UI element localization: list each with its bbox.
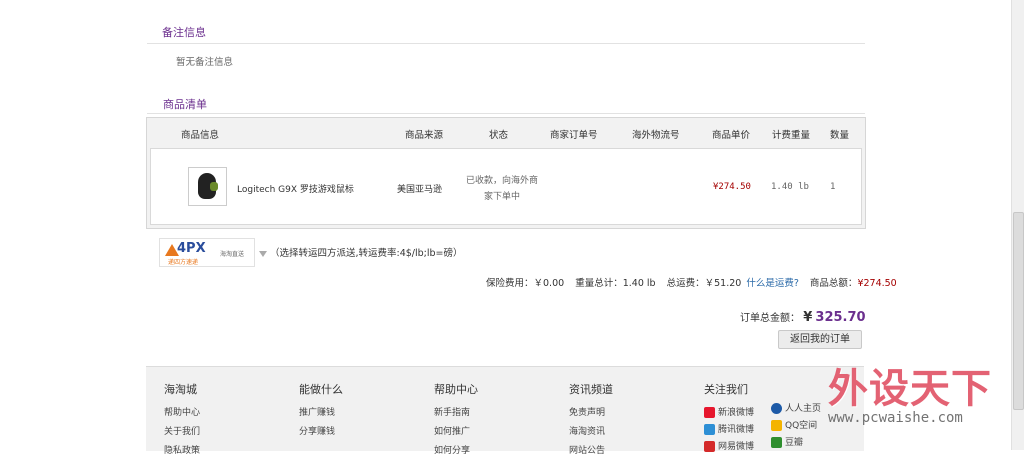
footer-link[interactable]: 如何推广 [434,424,478,437]
footer-link[interactable]: 海淘资讯 [569,424,613,437]
back-to-orders-button[interactable]: 返回我的订单 [778,330,862,349]
product-qty: 1 [830,182,836,192]
footer-link[interactable]: 新手指南 [434,405,478,418]
social-label: 网易微博 [718,442,755,452]
footer-link[interactable]: 免责声明 [569,405,613,418]
weight-total-label: 重量总计： [575,278,623,289]
footer-link[interactable]: 关于我们 [164,424,200,437]
products-divider [147,113,865,114]
goods-total-label: 商品总额： [809,278,858,289]
footer-col-title: 海淘城 [164,383,197,396]
product-name[interactable]: Logitech G9X 罗技游戏鼠标 [237,182,354,195]
site-footer: 海淘城 帮助中心 关于我们 隐私政策 能做什么 推广赚钱 分享赚钱 帮助中心 新… [146,366,864,456]
remarks-text: 暂无备注信息 [176,57,234,68]
remarks-divider [147,43,865,44]
header-merchant-order: 商家订单号 [550,130,598,141]
header-product-info: 商品信息 [181,130,220,141]
footer-col-title: 资讯频道 [569,383,613,396]
remarks-title: 备注信息 [162,26,206,39]
douban-link[interactable]: 豆瓣 [771,435,821,448]
freight-value: ￥51.20 [704,278,742,289]
products-table: 商品信息 商品来源 状态 商家订单号 海外物流号 商品单价 计费重量 数量 Lo… [146,117,866,229]
shipping-note: （选择转运四方派送,转运费率:4$/lb;lb=磅） [270,248,463,259]
social-label: 人人主页 [785,404,822,414]
qzone-icon [771,420,782,431]
weight-total-value: 1.40 lb [622,278,656,289]
social-label: 豆瓣 [785,438,804,448]
product-price: ¥274.50 [713,182,751,192]
qzone-link[interactable]: QQ空间 [771,418,821,431]
summary-line: 保险费用：￥0.00 重量总计：1.40 lb 总运费：￥51.20 什么是运费… [486,275,897,289]
table-row: Logitech G9X 罗技游戏鼠标 美国亚马逊 已收款，向海外商 家下单中 … [150,148,862,225]
order-total-value: 325.70 [815,310,866,325]
netease-weibo-icon [704,441,715,452]
product-weight: 1.40 lb [771,182,809,192]
header-price: 商品单价 [712,130,751,141]
logo-text: 4PX [177,241,206,256]
footer-follow: 关注我们 新浪微博 腾讯微博 网易微博 [704,381,754,452]
renren-icon [771,403,782,414]
watermark-brand: 外设天下 [828,366,992,412]
scrollbar-thumb[interactable] [1013,212,1024,410]
footer-col-4: 资讯频道 免责声明 海淘资讯 网站公告 [569,381,613,456]
social-label: QQ空间 [785,421,818,431]
vertical-scrollbar[interactable] [1011,0,1024,450]
header-tracking: 海外物流号 [632,130,680,141]
header-qty: 数量 [830,130,850,141]
product-source: 美国亚马逊 [397,185,443,195]
footer-link[interactable]: 帮助中心 [164,405,200,418]
footer-col-title: 帮助中心 [434,383,478,396]
footer-col-3: 帮助中心 新手指南 如何推广 如何分享 [434,381,478,456]
footer-col-title: 能做什么 [299,383,343,396]
footer-col-2: 能做什么 推广赚钱 分享赚钱 [299,381,343,437]
footer-link[interactable]: 推广赚钱 [299,405,343,418]
status-line-1: 已收款，向海外商 [465,176,538,186]
renren-link[interactable]: 人人主页 [771,401,821,414]
shipping-logo[interactable]: 4PX 递四方速递 海淘直送 [159,238,255,267]
watermark: 外设天下 www.pcwaishe.com [828,356,1010,426]
goods-total-value: ¥274.50 [857,278,897,289]
logo-tag: 海淘直送 [220,251,245,258]
weibo-tencent-link[interactable]: 腾讯微博 [704,422,754,435]
douban-icon [771,437,782,448]
social-label: 新浪微博 [718,408,755,418]
order-total: 订单总金额： ¥ 325.70 [740,309,866,325]
weibo-netease-link[interactable]: 网易微博 [704,439,754,452]
product-status: 已收款，向海外商 家下单中 [462,173,542,205]
footer-follow-right: 人人主页 QQ空间 豆瓣 [771,401,821,448]
dropdown-triangle-icon[interactable] [259,251,267,257]
freight-help-link[interactable]: 什么是运费? [746,278,799,289]
header-status: 状态 [489,130,509,141]
weibo-sina-link[interactable]: 新浪微博 [704,405,754,418]
order-total-label: 订单总金额： [740,313,800,324]
logo-subtext: 递四方速递 [168,259,199,266]
mouse-accent [210,182,218,191]
insurance-value: ￥0.00 [533,278,565,289]
order-total-currency: ¥ [803,310,813,325]
insurance-label: 保险费用： [486,278,534,289]
product-thumbnail[interactable] [188,167,227,206]
footer-col-1: 海淘城 帮助中心 关于我们 隐私政策 [164,381,200,456]
freight-label: 总运费： [666,278,705,289]
social-label: 腾讯微博 [718,425,755,435]
follow-title: 关注我们 [704,383,748,396]
header-source: 商品来源 [405,130,444,141]
footer-link[interactable]: 分享赚钱 [299,424,343,437]
header-weight: 计费重量 [772,130,811,141]
table-header: 商品信息 商品来源 状态 商家订单号 海外物流号 商品单价 计费重量 数量 [147,127,865,141]
sina-weibo-icon [704,407,715,418]
products-title: 商品清单 [163,98,207,111]
tencent-weibo-icon [704,424,715,435]
status-line-2: 家下单中 [483,192,520,202]
